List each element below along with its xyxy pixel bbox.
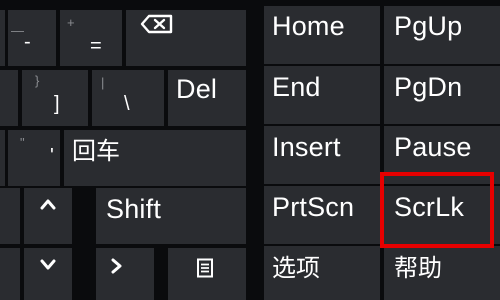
key-options[interactable]: 选项 bbox=[264, 246, 380, 300]
key-backslash[interactable]: | \ bbox=[92, 70, 164, 126]
key-menu[interactable] bbox=[168, 248, 246, 300]
key-bracket-shift-label: } bbox=[35, 73, 40, 88]
menu-icon bbox=[197, 258, 213, 278]
key-arrow-down[interactable] bbox=[24, 248, 72, 300]
key-help-label: 帮助 bbox=[394, 254, 442, 282]
key-minus[interactable]: — - bbox=[8, 10, 56, 66]
key-quote[interactable]: " ' bbox=[8, 130, 60, 186]
key-partial-left-row1[interactable] bbox=[0, 10, 5, 66]
key-backslash-shift-label: | bbox=[101, 75, 105, 90]
key-end[interactable]: End bbox=[264, 66, 380, 124]
key-minus-label: - bbox=[24, 31, 31, 53]
key-home-label: Home bbox=[272, 11, 345, 41]
key-equals[interactable]: + = bbox=[60, 10, 122, 66]
key-prtscn[interactable]: PrtScn bbox=[264, 186, 380, 244]
key-arrow-right[interactable] bbox=[96, 248, 154, 300]
key-pause-label: Pause bbox=[394, 132, 472, 162]
key-delete-label: Del bbox=[176, 74, 218, 104]
key-delete[interactable]: Del bbox=[168, 70, 246, 126]
key-bracket-label: ] bbox=[54, 93, 60, 115]
key-help[interactable]: 帮助 bbox=[384, 246, 500, 300]
key-partial-left-row2[interactable] bbox=[0, 70, 18, 126]
key-quote-label: ' bbox=[50, 145, 54, 167]
key-insert-label: Insert bbox=[272, 132, 341, 162]
key-partial-left-row4[interactable] bbox=[0, 188, 20, 244]
scrlk-highlight-box bbox=[380, 172, 494, 248]
key-pgdn-label: PgDn bbox=[394, 72, 463, 102]
key-quote-shift-label: " bbox=[20, 135, 25, 150]
key-enter[interactable]: 回车 bbox=[64, 130, 246, 186]
key-backspace[interactable] bbox=[126, 10, 246, 66]
on-screen-keyboard: — - + = } ] | \ Del " ' 回车 Shift Home Pg… bbox=[0, 0, 500, 300]
key-partial-left-row3[interactable] bbox=[0, 130, 5, 186]
key-options-label: 选项 bbox=[272, 254, 320, 282]
key-enter-label: 回车 bbox=[72, 137, 120, 165]
key-pgup[interactable]: PgUp bbox=[384, 6, 500, 64]
key-equals-label: = bbox=[90, 35, 102, 57]
key-insert[interactable]: Insert bbox=[264, 126, 380, 184]
key-bracket-close[interactable]: } ] bbox=[22, 70, 88, 126]
key-minus-shift-label: — bbox=[11, 23, 24, 38]
key-pgup-label: PgUp bbox=[394, 11, 463, 41]
key-equals-shift-label: + bbox=[67, 15, 75, 30]
key-backslash-label: \ bbox=[124, 93, 130, 115]
backspace-icon bbox=[140, 14, 173, 34]
key-pgdn[interactable]: PgDn bbox=[384, 66, 500, 124]
chevron-right-icon bbox=[111, 258, 122, 274]
chevron-down-icon bbox=[40, 259, 56, 270]
key-arrow-up[interactable] bbox=[24, 188, 72, 244]
key-end-label: End bbox=[272, 72, 321, 102]
key-shift[interactable]: Shift bbox=[96, 188, 246, 244]
key-home[interactable]: Home bbox=[264, 6, 380, 64]
key-partial-left-row5[interactable] bbox=[0, 248, 20, 300]
key-prtscn-label: PrtScn bbox=[272, 192, 355, 222]
key-shift-label: Shift bbox=[106, 194, 162, 224]
chevron-up-icon bbox=[40, 199, 56, 210]
